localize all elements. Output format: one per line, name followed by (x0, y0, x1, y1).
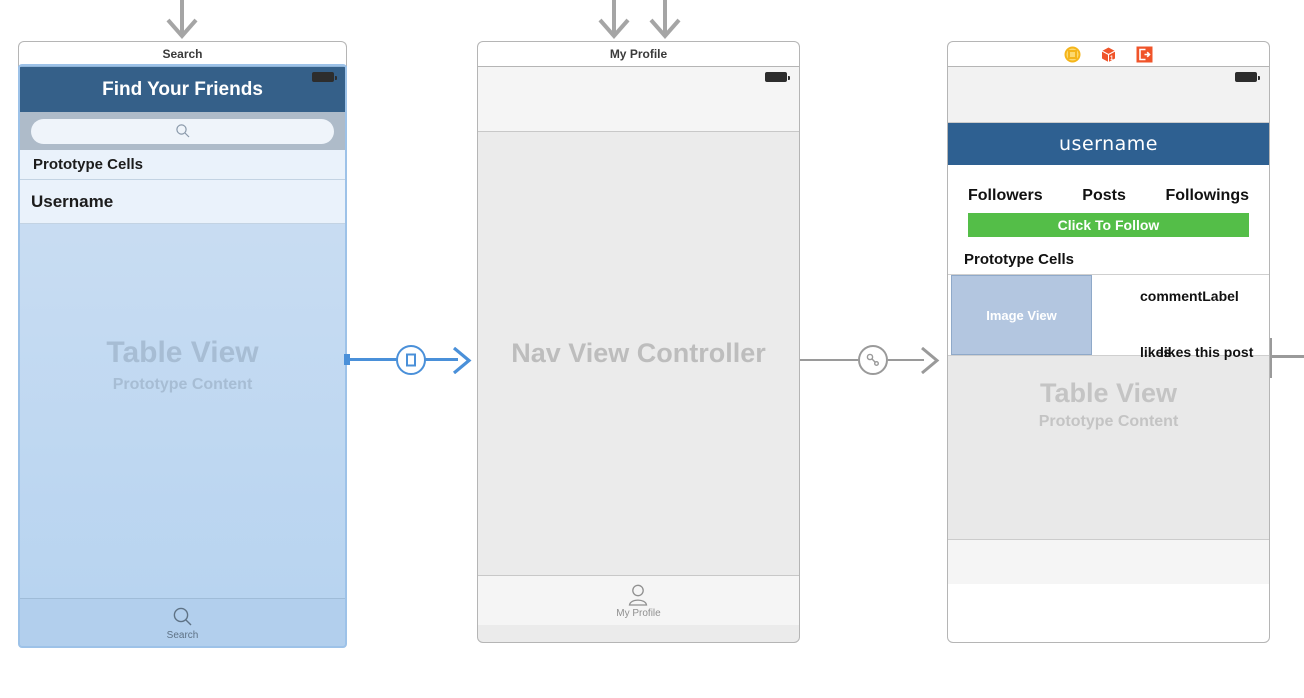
nav-status-block (478, 67, 799, 132)
tabbar-item-search[interactable]: Search (166, 606, 199, 641)
scene-search[interactable]: Search Find Your Friends Prototype Cells… (18, 41, 347, 648)
profile-username-label: username (1059, 133, 1158, 155)
profile-tableview-title: Table View (1039, 378, 1178, 408)
search-tabbar: Search (19, 598, 346, 647)
stat-followers-label[interactable]: Followers (968, 187, 1043, 205)
segue-stub-right[interactable] (1270, 338, 1304, 378)
section-header-label: Prototype Cells (33, 156, 144, 173)
scene-nav-titlebar[interactable]: My Profile (477, 41, 800, 67)
profile-cell-labels: commentLabel likes likes this post (1092, 275, 1269, 360)
prototype-cell-label: Username (31, 191, 114, 211)
scene-profile-titlebar[interactable]: 1 (947, 41, 1270, 67)
scene-profile-body: username Followers Posts Followings Clic… (947, 66, 1270, 643)
click-to-follow-label: Click To Follow (1057, 217, 1160, 233)
scene-search-title: Search (162, 47, 203, 61)
scene-search-body: Find Your Friends Prototype Cells Userna… (18, 66, 347, 648)
scene-nav-title: My Profile (609, 47, 668, 61)
stat-followings-label[interactable]: Followings (1165, 187, 1249, 205)
prototype-cell-username[interactable]: Username (19, 180, 346, 224)
profile-status-block (948, 67, 1269, 123)
nav-placeholder-label: Nav View Controller (511, 338, 766, 368)
relationship-segue-glyph (406, 353, 416, 367)
search-bar-container (19, 112, 346, 150)
search-tableview-subtitle: Prototype Content (112, 376, 253, 393)
nav-placeholder-area: Nav View Controller (478, 132, 799, 575)
stat-posts-label[interactable]: Posts (1082, 187, 1126, 205)
search-icon (173, 607, 191, 625)
battery-full-icon (312, 72, 337, 82)
segue-arrowhead (452, 347, 472, 374)
scene-profile[interactable]: 1 username Followers Posts Followings Cl… (947, 41, 1270, 643)
view-controller-icon[interactable] (1064, 46, 1081, 63)
search-navbar-title: Find Your Friends (102, 78, 263, 100)
search-tableview: Table View Prototype Content (19, 224, 346, 598)
exit-icon[interactable] (1136, 46, 1153, 63)
click-to-follow-button[interactable]: Click To Follow (968, 213, 1249, 237)
profile-tableview: Table View Prototype Content (948, 356, 1269, 539)
first-responder-icon[interactable]: 1 (1100, 46, 1117, 63)
arrow-into-search (166, 0, 198, 40)
tabbar-item-label: My Profile (616, 607, 661, 619)
profile-tableview-subtitle: Prototype Content (1038, 413, 1179, 430)
profile-stats-row: Followers Posts Followings (948, 165, 1269, 205)
storyboard-canvas: Search Find Your Friends Prototype Cells… (0, 0, 1304, 698)
show-segue-glyph (866, 353, 879, 366)
show-segue-icon (858, 345, 888, 375)
arrow-into-nav-right (649, 0, 681, 40)
arrow-into-nav-left (598, 0, 630, 40)
profile-bottom-bar (948, 539, 1269, 584)
image-view-label: Image View (986, 307, 1057, 323)
image-view: Image View (951, 275, 1092, 355)
profile-prototype-cells-header: Prototype Cells (964, 251, 1075, 268)
section-header-prototype-cells: Prototype Cells (19, 150, 346, 180)
nav-tabbar: My Profile (478, 575, 799, 625)
search-input[interactable] (31, 118, 334, 144)
battery-full-icon (1235, 72, 1260, 82)
scene-nav-view-controller[interactable]: My Profile Nav View Controller My Profil… (477, 41, 800, 643)
search-icon (175, 124, 189, 138)
profile-navbar: username (948, 123, 1269, 165)
search-tableview-title: Table View (106, 336, 259, 369)
profile-prototype-cell[interactable]: Image View commentLabel likes likes this… (948, 274, 1269, 360)
scene-search-titlebar[interactable]: Search (18, 41, 347, 67)
search-navbar: Find Your Friends (19, 67, 346, 112)
person-icon (629, 584, 648, 606)
segue-search-to-nav[interactable] (344, 345, 480, 375)
tabbar-item-label: Search (166, 629, 199, 641)
scene-nav-body: Nav View Controller My Profile (477, 66, 800, 643)
comment-label: commentLabel (1140, 288, 1239, 304)
tabbar-item-my-profile[interactable]: My Profile (616, 583, 661, 619)
relationship-segue-icon (396, 345, 426, 375)
likes-this-post-label: likes this post (1160, 344, 1254, 360)
scene-profile-icon-row: 1 (1064, 42, 1153, 66)
battery-full-icon (765, 72, 790, 82)
segue-arrowhead (921, 347, 940, 374)
segue-nav-to-profile[interactable] (800, 345, 950, 375)
